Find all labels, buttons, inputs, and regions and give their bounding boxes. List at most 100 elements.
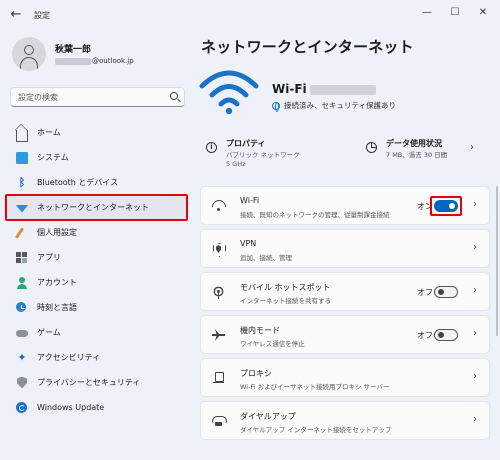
chevron-right-icon: ›: [473, 371, 477, 382]
sidebar-item-home[interactable]: ホーム: [4, 120, 188, 145]
network-icon: [16, 202, 28, 214]
home-icon: [16, 129, 28, 142]
sidebar-item-label: システム: [37, 153, 69, 162]
connection-status: 接続済み、セキュリティ保護あり: [272, 100, 396, 112]
card-title: Wi-Fi: [240, 196, 260, 205]
sidebar-item-windows-update[interactable]: Windows Update: [4, 395, 188, 420]
toggle-state-label: オフ: [417, 288, 433, 297]
user-email-domain: @outlook.jp: [92, 57, 134, 65]
settings-list: Wi-Fi 接続、既知のネットワークの管理、従量制課金接続 オン › VPN 追…: [200, 186, 490, 444]
card-title: ダイヤルアップ: [240, 412, 296, 421]
sidebar-item-label: アクセシビリティ: [37, 353, 101, 362]
properties-row: i プロパティ パブリック ネットワーク 5 GHz データ使用状況 7 MB、過…: [200, 130, 490, 172]
sidebar-nav: ホーム システム ᛒ Bluetooth とデバイス ネットワークとインターネッ…: [4, 120, 188, 420]
chevron-right-icon: ›: [473, 242, 477, 253]
redacted-ssid: [309, 84, 376, 95]
sidebar-item-apps[interactable]: アプリ: [4, 245, 188, 270]
card-title: プロキシ: [240, 369, 272, 378]
sidebar-item-gaming[interactable]: ゲーム: [4, 320, 188, 345]
properties-title: プロパティ: [226, 139, 266, 148]
windows-update-icon: [16, 401, 28, 414]
sidebar-item-label: アプリ: [37, 253, 61, 262]
avatar[interactable]: [12, 37, 46, 71]
data-usage-icon: [366, 142, 377, 153]
sidebar-item-label: 個人用設定: [37, 228, 77, 237]
sidebar-item-personalization[interactable]: 個人用設定: [4, 220, 188, 245]
sidebar-item-system[interactable]: システム: [4, 145, 188, 170]
sidebar-item-bluetooth[interactable]: ᛒ Bluetooth とデバイス: [4, 170, 188, 195]
sidebar-item-label: 時刻と言語: [37, 303, 77, 312]
properties-details: パブリック ネットワーク 5 GHz: [226, 151, 300, 168]
hotspot-icon: [212, 286, 226, 299]
card-description: ダイヤルアップ インターネット接続をセットアップ: [240, 426, 392, 434]
data-usage-title: データ使用状況: [386, 139, 442, 148]
properties-button[interactable]: i プロパティ パブリック ネットワーク 5 GHz: [200, 130, 340, 172]
connected-network-name: Wi-Fi: [272, 82, 376, 96]
chevron-right-icon: ›: [473, 199, 477, 210]
card-description: Wi-Fi およびイーサネット接続用プロキシ サーバー: [240, 383, 390, 391]
toggle-state-label: オフ: [417, 331, 433, 340]
sidebar-item-time-language[interactable]: 時刻と言語: [4, 295, 188, 320]
chevron-right-icon: ›: [473, 285, 477, 296]
accessibility-icon: ✦: [17, 350, 27, 364]
sidebar-item-label: ホーム: [37, 128, 61, 137]
card-description: 接続、既知のネットワークの管理、従量制課金接続: [240, 211, 390, 219]
scrollbar[interactable]: [496, 186, 498, 336]
vpn-shield-icon: [212, 243, 226, 255]
sidebar-item-accessibility[interactable]: ✦ アクセシビリティ: [4, 345, 188, 370]
hotspot-toggle[interactable]: [434, 286, 458, 298]
sidebar-item-network[interactable]: ネットワークとインターネット: [4, 194, 188, 221]
data-usage-button[interactable]: データ使用状況 7 MB、過去 30 日間 ›: [360, 130, 490, 172]
sidebar-item-label: Bluetooth とデバイス: [37, 178, 119, 187]
sidebar-item-label: アカウント: [37, 278, 77, 287]
airplane-mode-toggle[interactable]: [434, 329, 458, 341]
close-button[interactable]: ✕: [474, 5, 492, 21]
card-description: 追加、接続、管理: [240, 254, 292, 262]
sidebar-item-privacy[interactable]: プライバシーとセキュリティ: [4, 370, 188, 395]
sidebar-item-accounts[interactable]: アカウント: [4, 270, 188, 295]
card-description: ワイヤレス通信を停止: [240, 340, 305, 348]
chevron-right-icon: ›: [473, 328, 477, 339]
chevron-right-icon: ›: [470, 142, 474, 153]
user-email: @outlook.jp: [55, 57, 134, 65]
proxy-icon: [212, 372, 226, 384]
user-name: 秋葉一郎: [55, 45, 92, 55]
wifi-icon: [212, 200, 226, 212]
card-title: 機内モード: [240, 326, 280, 335]
app-title: 設定: [34, 11, 50, 20]
airplane-mode-card[interactable]: 機内モード ワイヤレス通信を停止 オフ ›: [200, 315, 490, 354]
data-usage-details: 7 MB、過去 30 日間: [386, 151, 448, 159]
sidebar-item-label: Windows Update: [37, 403, 105, 412]
person-icon: [24, 45, 34, 55]
account-icon: [16, 276, 28, 289]
card-title: VPN: [240, 239, 257, 248]
globe-icon: [272, 101, 280, 112]
dial-up-icon: [212, 415, 227, 427]
maximize-button[interactable]: ☐: [446, 5, 464, 21]
time-language-icon: [16, 301, 28, 314]
wifi-card[interactable]: Wi-Fi 接続、既知のネットワークの管理、従量制課金接続 オン ›: [200, 186, 490, 225]
apps-icon: [16, 251, 28, 264]
info-icon: i: [206, 142, 217, 153]
card-description: インターネット接続を共有する: [240, 297, 331, 305]
search-input[interactable]: [11, 88, 161, 106]
sidebar-item-label: ネットワークとインターネット: [37, 203, 149, 212]
card-title: モバイル ホットスポット: [240, 283, 331, 292]
chevron-right-icon: ›: [473, 414, 477, 425]
dial-up-card[interactable]: ダイヤルアップ ダイヤルアップ インターネット接続をセットアップ ›: [200, 401, 490, 440]
vpn-card[interactable]: VPN 追加、接続、管理 ›: [200, 229, 490, 268]
proxy-card[interactable]: プロキシ Wi-Fi およびイーサネット接続用プロキシ サーバー ›: [200, 358, 490, 397]
redacted-text: [55, 57, 91, 65]
mobile-hotspot-card[interactable]: モバイル ホットスポット インターネット接続を共有する オフ ›: [200, 272, 490, 311]
brush-icon: [16, 227, 28, 239]
bluetooth-icon: ᛒ: [18, 175, 26, 189]
search-icon[interactable]: [170, 92, 178, 100]
sidebar-item-label: プライバシーとセキュリティ: [37, 378, 141, 387]
search-box[interactable]: [10, 87, 185, 107]
airplane-icon: [212, 329, 226, 341]
wifi-large-icon: [199, 70, 259, 115]
minimize-button[interactable]: —: [418, 5, 436, 21]
back-arrow-icon[interactable]: ←: [8, 7, 24, 23]
sidebar-item-label: ゲーム: [37, 328, 61, 337]
title-bar: ← 設定 — ☐ ✕: [0, 0, 500, 30]
